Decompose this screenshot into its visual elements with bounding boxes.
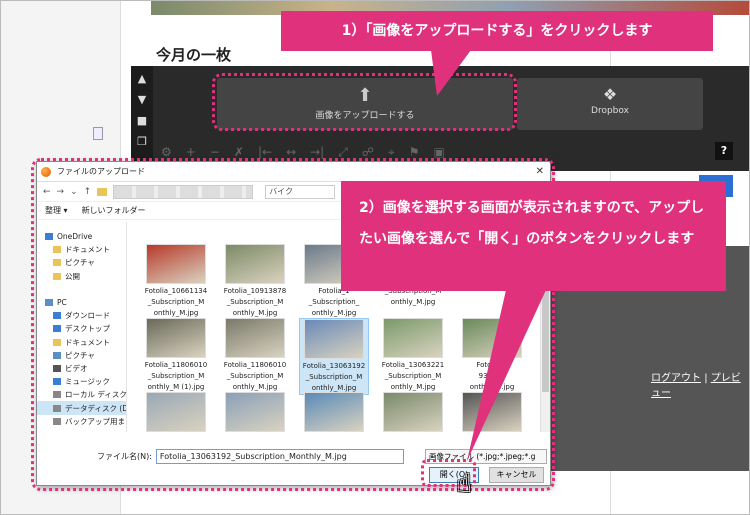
- align-right-icon[interactable]: →|: [310, 145, 324, 159]
- step2-callout: 2）画像を選択する画面が表示されますので、アップしたい画像を選んで「開く」のボタ…: [341, 181, 726, 291]
- help-button[interactable]: ?: [715, 142, 733, 160]
- step1-callout: 1）「画像をアップロードする」をクリックします: [281, 11, 713, 51]
- dropbox-button[interactable]: ❖ Dropbox: [517, 78, 703, 130]
- copy-icon[interactable]: ❐: [137, 135, 147, 148]
- dropbox-icon: ❖: [602, 85, 618, 104]
- trash-icon[interactable]: ■: [137, 114, 147, 127]
- plus-icon[interactable]: +: [186, 145, 196, 159]
- chevron-down-icon[interactable]: ▼: [138, 93, 146, 106]
- minus-icon[interactable]: −: [210, 145, 220, 159]
- settings-icon[interactable]: ⚙: [161, 145, 172, 159]
- tag-icon[interactable]: ⚑: [409, 145, 420, 159]
- hand-cursor-icon: ☝: [456, 469, 472, 499]
- upload-highlight: [212, 73, 517, 131]
- footer-links: ログアウト | プレビュー: [651, 369, 749, 399]
- align-center-icon[interactable]: ↔: [286, 145, 296, 159]
- link-separator: |: [704, 373, 708, 384]
- chevron-up-icon[interactable]: ▲: [138, 72, 146, 85]
- editor-side-toolbar: ▲ ▼ ■ ❐: [131, 66, 153, 171]
- align-left-icon[interactable]: |←: [258, 145, 272, 159]
- image-icon[interactable]: ▣: [434, 145, 445, 159]
- screenshot-frame: 今月の一枚 ログアウト | プレビュー ▲ ▼ ■ ❐ ⬆ 画像をアップロードす…: [0, 0, 750, 515]
- document-icon: [93, 127, 103, 140]
- section-title: 今月の一枚: [156, 46, 232, 64]
- expand-icon[interactable]: ✗: [234, 145, 244, 159]
- link-icon[interactable]: ☍: [362, 145, 374, 159]
- dropbox-label: Dropbox: [591, 106, 629, 116]
- logout-link[interactable]: ログアウト: [651, 373, 701, 384]
